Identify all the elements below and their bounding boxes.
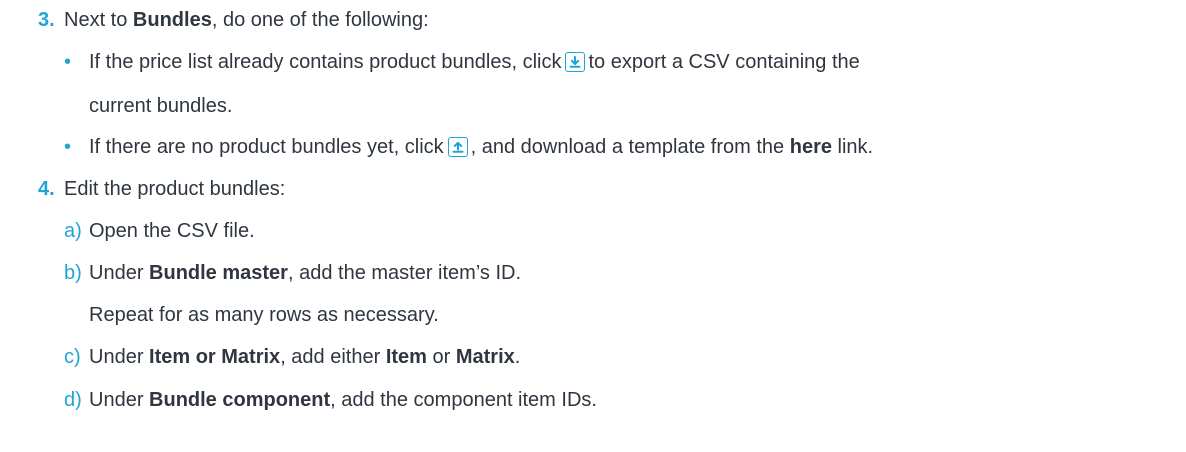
substep-d-text: Under Bundle component, add the componen… bbox=[89, 387, 597, 413]
here-link[interactable]: here bbox=[790, 136, 832, 158]
substep-c-mid2: or bbox=[426, 346, 456, 368]
bullet-1-post: to export a CSV containing the bbox=[588, 51, 860, 73]
bundle-component-label: Bundle component bbox=[149, 389, 331, 411]
bullet-2-mid: , and download a template from the bbox=[470, 136, 790, 158]
substep-letter-a: a) bbox=[64, 220, 82, 242]
substep-d-post: , add the component item IDs. bbox=[330, 389, 597, 411]
substep-c-mid1: , add either bbox=[280, 346, 386, 368]
substep-b-text: Under Bundle master, add the master item… bbox=[89, 260, 521, 286]
substep-letter-d: d) bbox=[64, 389, 82, 411]
download-icon[interactable] bbox=[565, 52, 586, 72]
upload-icon[interactable] bbox=[447, 137, 468, 157]
bundle-master-label: Bundle master bbox=[149, 262, 288, 284]
substep-c-text: Under Item or Matrix, add either Item or… bbox=[89, 344, 520, 370]
bundles-label: Bundles bbox=[132, 9, 212, 31]
substep-c-pre: Under bbox=[89, 346, 150, 368]
bullet-2-line: If there are no product bundles yet, cli… bbox=[89, 134, 873, 160]
bullet-2-pre: If there are no product bundles yet, cli… bbox=[89, 136, 444, 158]
substep-c-post: . bbox=[514, 346, 521, 368]
bullet-marker-2: • bbox=[64, 136, 72, 158]
step-3-pre: Next to bbox=[64, 9, 133, 31]
substep-b-post: , add the master item’s ID. bbox=[287, 262, 522, 284]
step-3-post: , do one of the following: bbox=[211, 9, 429, 31]
item-or-matrix-label: Item or Matrix bbox=[149, 346, 281, 368]
step-number-4: 4. bbox=[38, 178, 55, 200]
substep-letter-c: c) bbox=[64, 346, 81, 368]
substep-a-text: Open the CSV file. bbox=[89, 220, 255, 242]
bullet-1-line-2: current bundles. bbox=[89, 95, 233, 117]
step-4-text: Edit the product bundles: bbox=[64, 178, 286, 200]
bullet-1-pre: If the price list already contains produ… bbox=[89, 51, 562, 73]
item-label: Item bbox=[385, 346, 427, 368]
bullet-1-line-1: If the price list already contains produ… bbox=[89, 49, 860, 75]
substep-b-pre: Under bbox=[89, 262, 150, 284]
bullet-2-post: link. bbox=[831, 136, 874, 158]
step-3-text: Next to Bundles, do one of the following… bbox=[64, 7, 429, 33]
substep-b-note: Repeat for as many rows as necessary. bbox=[89, 304, 439, 326]
substep-d-pre: Under bbox=[89, 389, 150, 411]
step-number-3: 3. bbox=[38, 9, 55, 31]
matrix-label: Matrix bbox=[455, 346, 515, 368]
bullet-marker-1: • bbox=[64, 51, 72, 73]
substep-letter-b: b) bbox=[64, 262, 82, 284]
